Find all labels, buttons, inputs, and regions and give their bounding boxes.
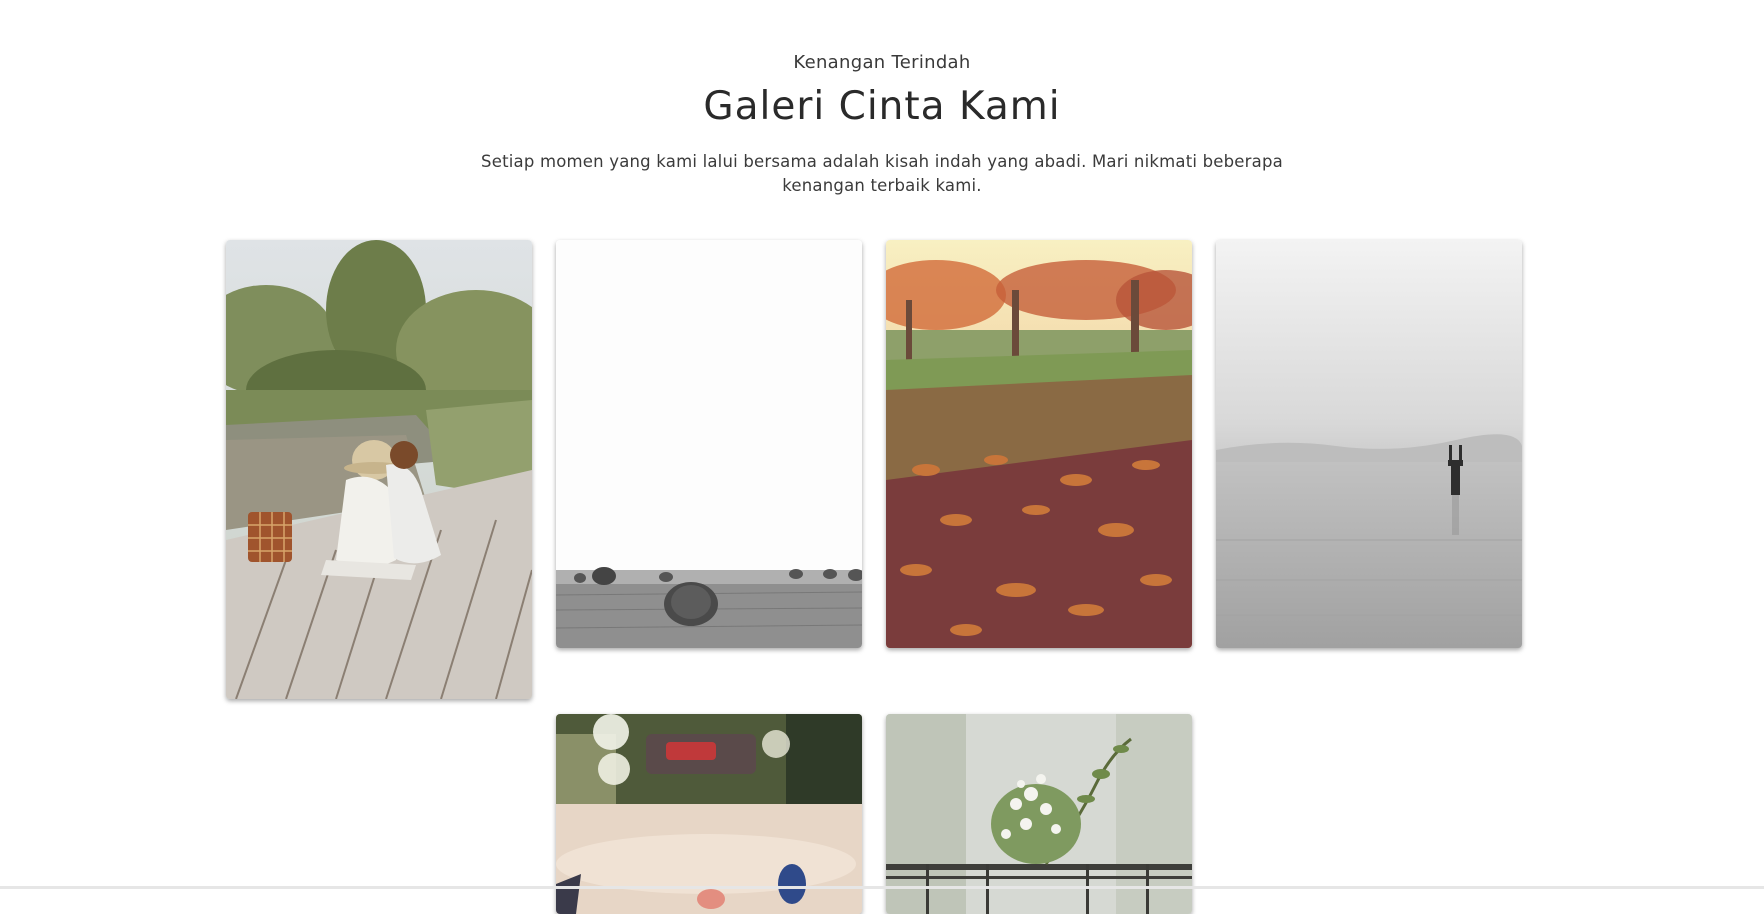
photo-misty-lake[interactable] <box>1216 240 1522 648</box>
photo-hay-bales[interactable] <box>556 240 862 648</box>
gallery-title: Galeri Cinta Kami <box>703 84 1061 129</box>
photo-couple-picnic[interactable] <box>226 240 532 699</box>
gallery-eyebrow: Kenangan Terindah <box>793 52 971 73</box>
photo-flower-vase[interactable] <box>886 714 1192 914</box>
gallery-description: Setiap momen yang kami lalui bersama ada… <box>481 152 1283 195</box>
photo-autumn-leaves[interactable] <box>886 240 1192 648</box>
photo-bokeh-lights[interactable] <box>556 714 862 914</box>
